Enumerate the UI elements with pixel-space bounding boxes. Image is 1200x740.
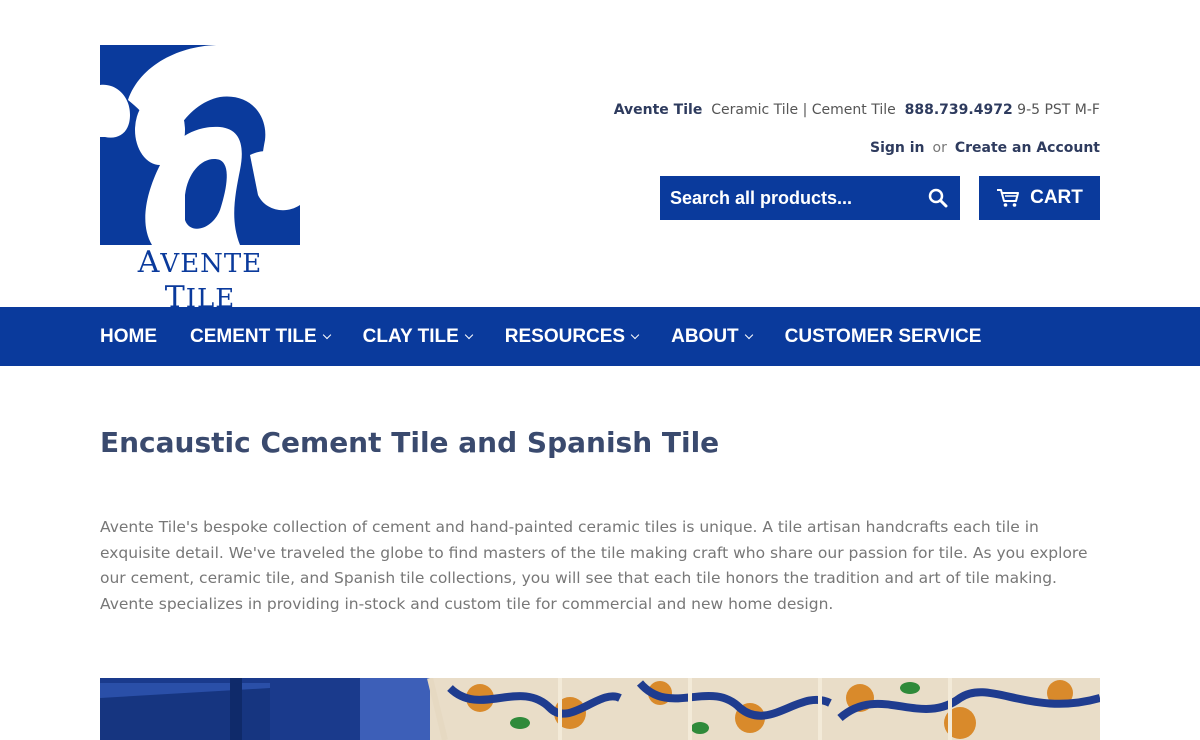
header-tagline: Ceramic Tile | Cement Tile: [711, 102, 896, 118]
account-links: Sign in or Create an Account: [870, 140, 1100, 156]
site-logo[interactable]: AVENTE TILE: [100, 45, 300, 315]
or-separator: or: [932, 140, 947, 156]
search-bar: [660, 176, 960, 220]
nav-item-about[interactable]: ABOUT: [671, 326, 753, 348]
header-info: Avente Tile Ceramic Tile | Cement Tile 8…: [614, 102, 1100, 118]
cart-label: CART: [1030, 187, 1083, 208]
page-title: Encaustic Cement Tile and Spanish Tile: [100, 426, 720, 459]
hero-tile-image: [100, 678, 1100, 740]
header-brand: Avente Tile: [613, 102, 703, 118]
nav-item-home[interactable]: HOME: [100, 326, 157, 348]
sign-in-link[interactable]: Sign in: [870, 140, 925, 156]
nav-item-cement-tile[interactable]: CEMENT TILE: [190, 326, 331, 348]
main-nav: HOME CEMENT TILE CLAY TILE RESOURCES ABO…: [0, 307, 1200, 366]
nav-item-resources[interactable]: RESOURCES: [505, 326, 640, 348]
search-button[interactable]: [926, 186, 950, 210]
chevron-down-icon: [744, 330, 753, 339]
cart-icon: [997, 189, 1020, 207]
logo-mark: [100, 45, 300, 245]
logo-letter-a-icon: [100, 45, 300, 245]
logo-wordmark: AVENTE TILE: [137, 245, 263, 315]
nav-item-customer-service[interactable]: CUSTOMER SERVICE: [785, 326, 982, 348]
search-input[interactable]: [670, 187, 926, 209]
cart-button[interactable]: CART: [979, 176, 1100, 220]
chevron-down-icon: [322, 330, 331, 339]
search-icon: [928, 188, 948, 208]
create-account-link[interactable]: Create an Account: [955, 140, 1100, 156]
chevron-down-icon: [630, 330, 640, 339]
nav-item-clay-tile[interactable]: CLAY TILE: [363, 326, 473, 348]
header-phone[interactable]: 888.739.4972: [905, 102, 1013, 118]
chevron-down-icon: [464, 330, 473, 339]
header-hours: 9-5 PST M-F: [1017, 102, 1100, 118]
intro-paragraph: Avente Tile's bespoke collection of ceme…: [100, 518, 1088, 613]
tile-pattern-image: [100, 678, 1100, 740]
